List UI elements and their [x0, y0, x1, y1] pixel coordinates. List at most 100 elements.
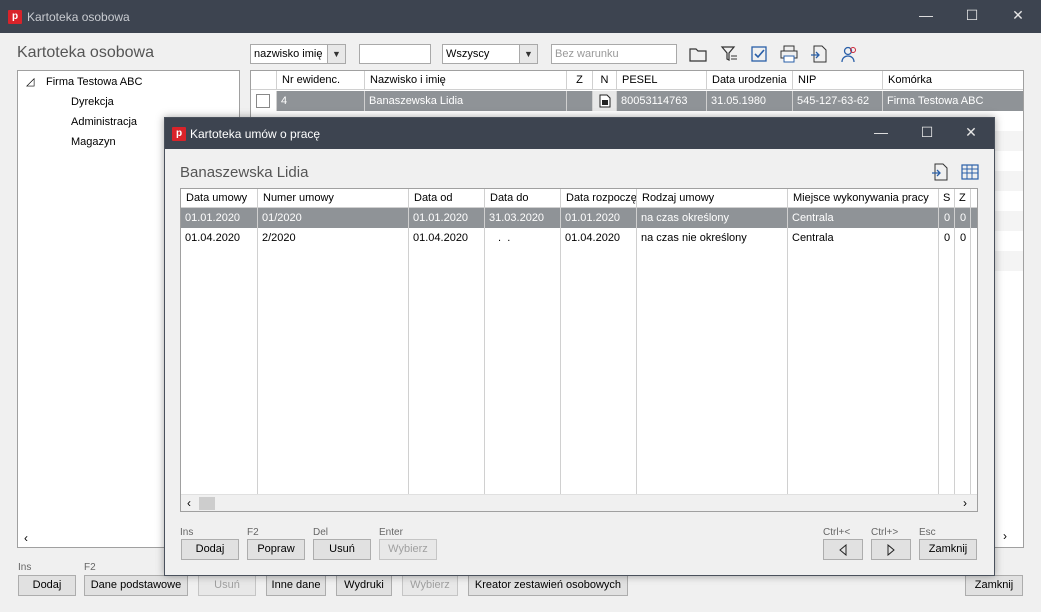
col-contract-number[interactable]: Numer umowy	[258, 189, 409, 208]
col-date-from[interactable]: Data od	[409, 189, 485, 208]
other-data-button[interactable]: Inne dane	[266, 575, 326, 596]
cell-n	[593, 91, 617, 111]
col-unit[interactable]: Komórka	[883, 71, 1023, 90]
col-nip[interactable]: NIP	[793, 71, 883, 90]
cell-z	[567, 91, 593, 111]
add-hotkey: Ins	[18, 562, 32, 573]
edit-contract-button[interactable]: Popraw	[247, 539, 305, 560]
scroll-left-icon[interactable]: ‹	[187, 496, 191, 510]
col-s[interactable]: S	[939, 189, 955, 208]
checkbox-icon[interactable]	[749, 44, 769, 64]
cell-pesel: 80053114763	[617, 91, 707, 111]
scroll-right-icon[interactable]: ›	[1003, 529, 1007, 543]
document-icon	[599, 94, 611, 108]
cell-nr: 4	[277, 91, 365, 111]
cell-workplace: Centrala	[788, 228, 939, 248]
dialog-minimize-button[interactable]: —	[858, 117, 904, 148]
col-date-to[interactable]: Data do	[485, 189, 561, 208]
basic-data-button[interactable]: Dane podstawowe	[84, 575, 188, 596]
previous-record-button[interactable]	[823, 539, 863, 560]
cell-nip: 545-127-63-62	[793, 91, 883, 111]
add-button[interactable]: Dodaj	[18, 575, 76, 596]
cell-z: 0	[955, 208, 971, 228]
next-record-button[interactable]	[871, 539, 911, 560]
cell-start-date: 01.04.2020	[561, 228, 637, 248]
row-checkbox[interactable]	[256, 94, 270, 108]
close-dialog-button[interactable]: Zamknij	[919, 539, 977, 560]
tree-collapse-icon[interactable]: ◿	[26, 75, 34, 89]
cell-start-date: 01.01.2020	[561, 208, 637, 228]
col-z[interactable]: Z	[955, 189, 971, 208]
col-n[interactable]: N	[593, 71, 617, 90]
condition-input[interactable]: Bez warunku	[551, 44, 677, 64]
col-nr[interactable]: Nr ewidenc.	[277, 71, 365, 90]
delete-contract-button[interactable]: Usuń	[313, 539, 371, 560]
add-contract-button[interactable]: Dodaj	[181, 539, 239, 560]
cell-s: 0	[939, 208, 955, 228]
cell-contract-type: na czas określony	[637, 208, 788, 228]
table-view-icon[interactable]	[960, 162, 980, 182]
tree-root-item[interactable]: Firma Testowa ABC	[46, 75, 142, 89]
chevron-down-icon: ▼	[327, 45, 345, 63]
table-row[interactable]: 01.01.2020 01/2020 01.01.2020 31.03.2020…	[181, 208, 977, 228]
col-birth[interactable]: Data urodzenia	[707, 71, 793, 90]
close-main-button[interactable]: Zamknij	[965, 575, 1023, 596]
sort-field-select[interactable]: nazwisko imię ▼	[250, 44, 346, 64]
maximize-button[interactable]: ☐	[949, 0, 995, 33]
row-checkbox-cell	[251, 91, 277, 111]
triangle-left-icon	[839, 543, 847, 557]
contracts-horizontal-scrollbar[interactable]: ‹ ›	[181, 494, 977, 511]
choose-contract-button[interactable]: Wybierz	[379, 539, 437, 560]
tree-item-magazyn[interactable]: Magazyn	[71, 135, 116, 149]
scope-select[interactable]: Wszyscy ▼	[442, 44, 538, 64]
basic-data-hotkey: F2	[84, 562, 96, 573]
dialog-maximize-button[interactable]: ☐	[904, 117, 950, 148]
report-creator-button[interactable]: Kreator zestawień osobowych	[468, 575, 628, 596]
export-document-icon[interactable]	[809, 44, 829, 64]
col-start-date[interactable]: Data rozpoczęcia	[561, 189, 637, 208]
sort-field-value: nazwisko imię	[254, 48, 323, 60]
cell-z: 0	[955, 228, 971, 248]
folder-icon[interactable]	[688, 45, 708, 63]
next-hotkey: Ctrl+>	[871, 527, 899, 538]
prev-hotkey: Ctrl+<	[823, 527, 851, 538]
dialog-close-button[interactable]: ✕	[948, 117, 994, 148]
delete-button[interactable]: Usuń	[198, 575, 256, 596]
cell-date-to: 31.03.2020	[485, 208, 561, 228]
col-z[interactable]: Z	[567, 71, 593, 90]
choose-hotkey: Enter	[379, 527, 403, 538]
cell-workplace: Centrala	[788, 208, 939, 228]
col-name[interactable]: Nazwisko i imię	[365, 71, 567, 90]
search-input[interactable]	[359, 44, 431, 64]
close-hotkey: Esc	[919, 527, 936, 538]
cell-name: Banaszewska Lidia	[365, 91, 567, 111]
col-contract-date[interactable]: Data umowy	[181, 189, 258, 208]
filter-list-icon[interactable]	[719, 44, 739, 64]
cell-contract-date: 01.01.2020	[181, 208, 258, 228]
tree-item-dyrekcja[interactable]: Dyrekcja	[71, 95, 114, 109]
col-pesel[interactable]: PESEL	[617, 71, 707, 90]
cell-contract-number: 2/2020	[258, 228, 409, 248]
scope-value: Wszyscy	[446, 48, 490, 60]
contracts-grid: Data umowy Numer umowy Data od Data do D…	[180, 188, 978, 512]
close-window-button[interactable]: ✕	[995, 0, 1041, 33]
col-workplace[interactable]: Miejsce wykonywania pracy	[788, 189, 939, 208]
scroll-right-icon[interactable]: ›	[963, 496, 967, 510]
table-row[interactable]: 01.04.2020 2/2020 01.04.2020 . . 01.04.2…	[181, 228, 977, 248]
col-contract-type[interactable]: Rodzaj umowy	[637, 189, 788, 208]
table-row[interactable]: 4 Banaszewska Lidia 80053114763 31.05.19…	[251, 91, 1023, 111]
main-titlebar: p Kartoteka osobowa — ☐ ✕	[0, 0, 1041, 33]
cell-contract-number: 01/2020	[258, 208, 409, 228]
employees-grid-header: Nr ewidenc. Nazwisko i imię Z N PESEL Da…	[251, 71, 1023, 90]
prints-button[interactable]: Wydruki	[336, 575, 392, 596]
cell-birth: 31.05.1980	[707, 91, 793, 111]
choose-button[interactable]: Wybierz	[402, 575, 458, 596]
add-hotkey: Ins	[180, 527, 194, 538]
tree-item-administracja[interactable]: Administracja	[71, 115, 137, 129]
export-document-icon[interactable]	[930, 162, 950, 182]
scrollbar-thumb[interactable]	[199, 497, 215, 510]
scroll-left-icon[interactable]: ‹	[24, 531, 28, 545]
printer-icon[interactable]	[779, 44, 799, 64]
users-icon[interactable]	[839, 44, 859, 64]
minimize-button[interactable]: —	[903, 0, 949, 33]
